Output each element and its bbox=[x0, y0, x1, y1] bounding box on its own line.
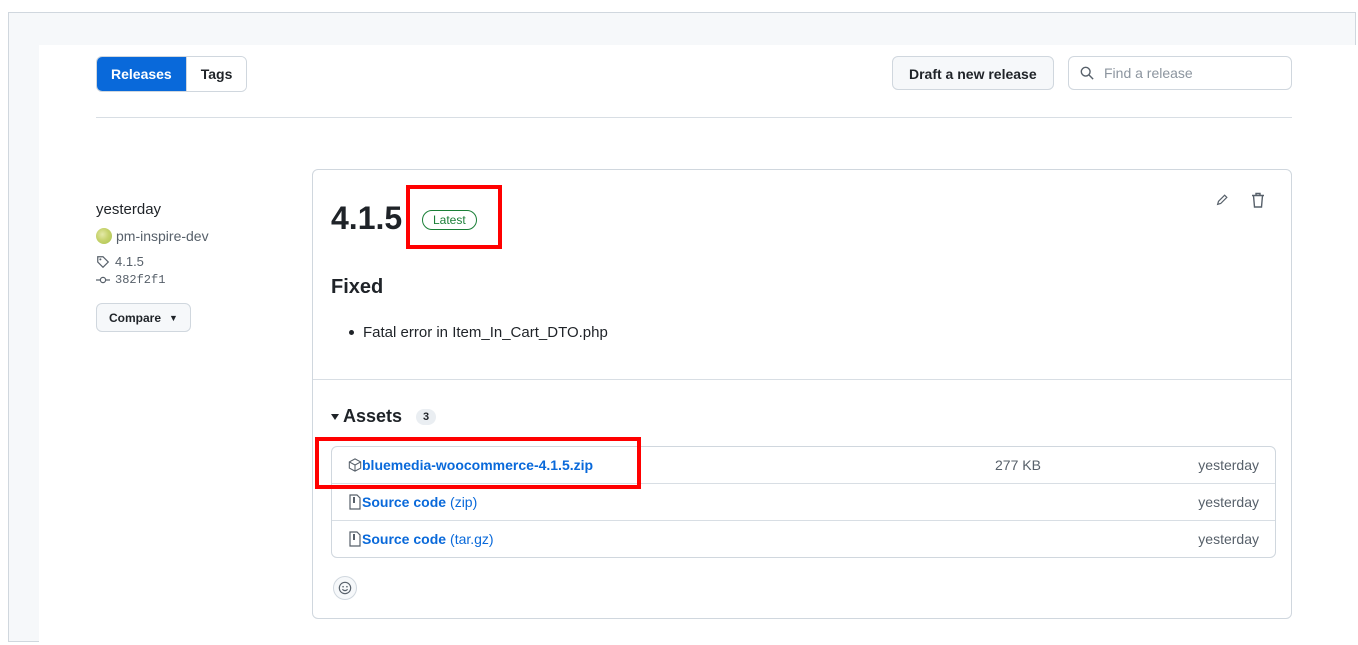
release-author[interactable]: pm-inspire-dev bbox=[96, 228, 296, 244]
compare-label: Compare bbox=[109, 310, 162, 325]
assets-heading: Assets bbox=[343, 406, 403, 426]
screenshot-frame: Releases Tags Draft a new release yester… bbox=[8, 12, 1357, 645]
smiley-icon bbox=[338, 581, 352, 595]
release-card: 4.1.5 Latest Fixed Fatal error in Item_I… bbox=[312, 169, 1292, 619]
notes-heading: Fixed bbox=[331, 276, 384, 298]
releases-tags-switcher: Releases Tags bbox=[96, 56, 248, 92]
release-commit[interactable]: 382f2f1 bbox=[96, 273, 296, 287]
add-reaction-button[interactable] bbox=[333, 576, 357, 600]
avatar bbox=[96, 228, 112, 244]
assets-divider bbox=[313, 379, 1291, 380]
trash-icon[interactable] bbox=[1251, 192, 1265, 208]
asset-name[interactable]: Source code bbox=[362, 494, 446, 510]
commit-icon bbox=[96, 276, 110, 284]
release-sidebar: yesterday pm-inspire-dev 4.1.5 382f2f1 C… bbox=[96, 201, 296, 332]
triangle-down-icon bbox=[331, 413, 339, 420]
note-item: Fatal error in Item_In_Cart_DTO.php bbox=[349, 324, 608, 341]
asset-name[interactable]: Source code bbox=[362, 531, 446, 547]
release-title[interactable]: 4.1.5 bbox=[331, 200, 402, 237]
assets-count-badge: 3 bbox=[416, 408, 437, 425]
release-search[interactable] bbox=[1068, 56, 1292, 90]
asset-date: yesterday bbox=[1198, 531, 1259, 547]
asset-date: yesterday bbox=[1198, 494, 1259, 510]
asset-link[interactable]: Source code (tar.gz) bbox=[348, 531, 494, 547]
asset-date: yesterday bbox=[1198, 457, 1259, 473]
file-zip-icon bbox=[349, 494, 361, 510]
tab-releases[interactable]: Releases bbox=[97, 57, 186, 91]
commit-sha[interactable]: 382f2f1 bbox=[115, 273, 165, 287]
edit-icon[interactable] bbox=[1215, 193, 1229, 207]
release-date: yesterday bbox=[96, 201, 162, 218]
highlight-box-latest bbox=[406, 185, 502, 249]
note-text: Fatal error in Item_In_Cart_DTO.php bbox=[363, 324, 608, 341]
assets-toggle[interactable]: Assets 3 bbox=[331, 406, 437, 427]
asset-suffix[interactable]: (tar.gz) bbox=[450, 531, 494, 547]
asset-suffix[interactable]: (zip) bbox=[450, 494, 477, 510]
search-icon bbox=[1080, 66, 1094, 80]
tag-icon bbox=[97, 255, 110, 268]
header-divider bbox=[96, 117, 1292, 118]
file-zip-icon bbox=[349, 531, 361, 547]
bullet-dot bbox=[349, 330, 354, 335]
asset-size: 277 KB bbox=[995, 457, 1041, 473]
highlight-box-asset bbox=[315, 437, 641, 489]
tag-label[interactable]: 4.1.5 bbox=[115, 254, 144, 269]
asset-row: Source code (tar.gz) yesterday bbox=[332, 520, 1275, 557]
search-input[interactable] bbox=[1102, 64, 1276, 82]
draft-release-button[interactable]: Draft a new release bbox=[892, 56, 1054, 90]
compare-button[interactable]: Compare ▼ bbox=[96, 303, 191, 332]
releases-page: Releases Tags Draft a new release yester… bbox=[39, 45, 1357, 645]
caret-down-icon: ▼ bbox=[169, 312, 178, 323]
author-name[interactable]: pm-inspire-dev bbox=[116, 228, 209, 244]
tab-tags[interactable]: Tags bbox=[185, 57, 247, 91]
release-tag[interactable]: 4.1.5 bbox=[96, 254, 296, 269]
asset-link[interactable]: Source code (zip) bbox=[348, 494, 477, 510]
